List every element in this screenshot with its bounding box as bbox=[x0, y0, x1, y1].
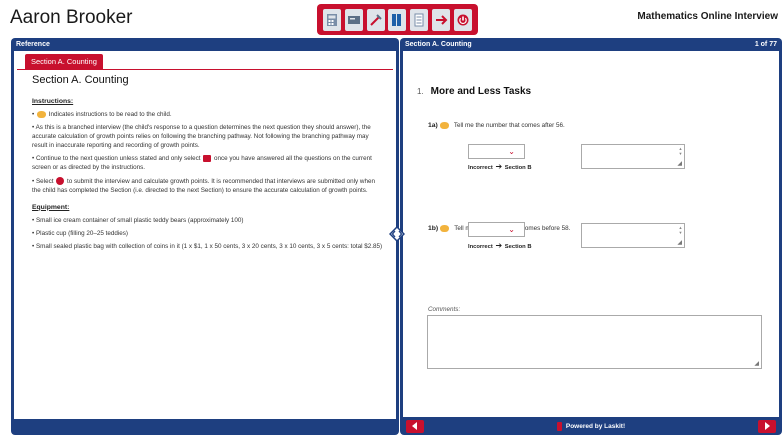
answer-1b-textbox[interactable]: ▲ ▼ ◢ bbox=[581, 223, 685, 248]
resize-grip-icon[interactable]: ◢ bbox=[754, 360, 759, 367]
equipment-item: • Plastic cup (filling 20–25 teddies) bbox=[32, 229, 129, 237]
section-tab[interactable]: Section A. Counting bbox=[25, 54, 103, 69]
branch-target: Section B bbox=[504, 244, 532, 250]
submit-icon[interactable] bbox=[453, 8, 472, 31]
calculator-icon[interactable] bbox=[322, 8, 341, 31]
powered-by: Powered by Laskit! bbox=[556, 421, 626, 431]
equipment-text: Small sealed plastic bag with collection… bbox=[35, 242, 383, 250]
resize-grip-icon[interactable]: ◢ bbox=[677, 239, 682, 246]
student-name: Aaron Brooker bbox=[10, 7, 133, 28]
instruction-text: Continue to the next question unless sta… bbox=[35, 155, 201, 163]
question-panel-body: 1. More and Less Tasks 1a) Tell me the nu… bbox=[403, 51, 779, 417]
instructions-heading: Instructions: bbox=[32, 97, 74, 105]
powered-by-text: Powered by Laskit! bbox=[565, 422, 626, 430]
equipment-item: • Small sealed plastic bag with collecti… bbox=[32, 242, 383, 250]
equipment-item: • Small ice cream container of small pla… bbox=[32, 216, 244, 224]
submit-icon bbox=[56, 176, 65, 185]
arrow-right-icon: ➔ bbox=[495, 241, 503, 250]
chevron-down-icon: ⌄ bbox=[508, 225, 515, 234]
page-counter: 1 of 77 bbox=[754, 41, 777, 48]
tools-icon[interactable] bbox=[366, 8, 385, 31]
section-title: Section A. Counting bbox=[32, 74, 129, 86]
resize-grip-icon[interactable]: ◢ bbox=[677, 160, 682, 167]
speech-bubble-icon bbox=[440, 225, 450, 232]
instruction-text: Indicates instructions to be read to the… bbox=[48, 110, 172, 118]
instruction-text: As this is a branched interview (the chi… bbox=[32, 123, 371, 150]
question-number: 1. bbox=[417, 87, 424, 96]
question-panel-title: Section A. Counting bbox=[405, 41, 472, 48]
question-id: 1a) bbox=[428, 122, 438, 129]
question-text: Tell me the number that comes after 56. bbox=[453, 122, 565, 129]
interview-title: Mathematics Online Interview bbox=[637, 11, 778, 22]
chevron-down-icon: ⌄ bbox=[508, 147, 515, 156]
flag-icon bbox=[203, 155, 212, 163]
notes-icon[interactable] bbox=[410, 8, 429, 31]
branch-1a: Incorrect ➔ Section B bbox=[468, 162, 532, 171]
instruction-item: • Select to submit the interview and cal… bbox=[32, 176, 375, 194]
reference-content: Section A. Counting Instructions: • Indi… bbox=[32, 73, 384, 255]
branch-condition: Incorrect bbox=[468, 165, 493, 171]
question-footer: Powered by Laskit! bbox=[400, 417, 782, 435]
arrow-left-icon bbox=[412, 422, 417, 430]
tab-divider bbox=[17, 69, 393, 70]
arrow-right-icon bbox=[765, 422, 770, 430]
answer-1a-dropdown[interactable]: ⌄ bbox=[468, 144, 525, 159]
answer-1a-textbox[interactable]: ▲ ▼ ◢ bbox=[581, 144, 685, 169]
previous-button[interactable] bbox=[406, 419, 424, 433]
reference-panel-body: Section A. Counting Section A. Counting … bbox=[14, 51, 396, 419]
instruction-item: • Continue to the next question unless s… bbox=[32, 155, 372, 172]
book-icon[interactable] bbox=[388, 8, 407, 31]
panel-splitter-handle[interactable] bbox=[388, 225, 406, 243]
question-title: More and Less Tasks bbox=[430, 86, 532, 97]
card-icon[interactable] bbox=[344, 8, 363, 31]
instruction-text: Select bbox=[35, 177, 54, 185]
instruction-item: • Indicates instructions to be read to t… bbox=[32, 110, 172, 118]
toolbar bbox=[317, 4, 478, 35]
question-id: 1b) bbox=[428, 225, 439, 232]
question-heading: 1. More and Less Tasks bbox=[417, 86, 531, 97]
branch-condition: Incorrect bbox=[468, 244, 493, 250]
next-button[interactable] bbox=[758, 419, 776, 433]
reference-panel-header: Reference bbox=[11, 38, 399, 51]
instruction-item: • As this is a branched interview (the c… bbox=[32, 123, 371, 150]
arrow-right-icon: ➔ bbox=[495, 162, 503, 171]
question-panel-header: Section A. Counting 1 of 77 bbox=[400, 38, 782, 51]
speech-bubble-icon bbox=[439, 122, 449, 129]
comments-textarea[interactable]: ◢ bbox=[427, 315, 762, 369]
top-header: Aaron Brooker Mathematics Online Intervi… bbox=[0, 0, 782, 38]
instruction-text: to submit the interview and calculate gr… bbox=[32, 177, 375, 194]
branch-target: Section B bbox=[504, 165, 532, 171]
equipment-text: Small ice cream container of small plast… bbox=[35, 216, 244, 224]
answer-1b-dropdown[interactable]: ⌄ bbox=[468, 222, 525, 237]
question-panel: Section A. Counting 1 of 77 1. More and L… bbox=[400, 38, 782, 435]
laskit-logo-icon bbox=[556, 421, 562, 431]
question-1a: 1a) Tell me the number that comes after … bbox=[428, 122, 565, 129]
reference-panel: Reference Section A. Counting Section A.… bbox=[11, 38, 399, 435]
equipment-text: Plastic cup (filling 20–25 teddies) bbox=[35, 229, 129, 237]
branch-1b: Incorrect ➔ Section B bbox=[468, 241, 532, 250]
equipment-heading: Equipment: bbox=[32, 203, 70, 211]
reference-panel-title: Reference bbox=[16, 41, 50, 48]
comments-label: Comments: bbox=[428, 306, 461, 313]
pointer-icon[interactable] bbox=[432, 8, 451, 31]
speech-bubble-icon bbox=[36, 110, 46, 118]
